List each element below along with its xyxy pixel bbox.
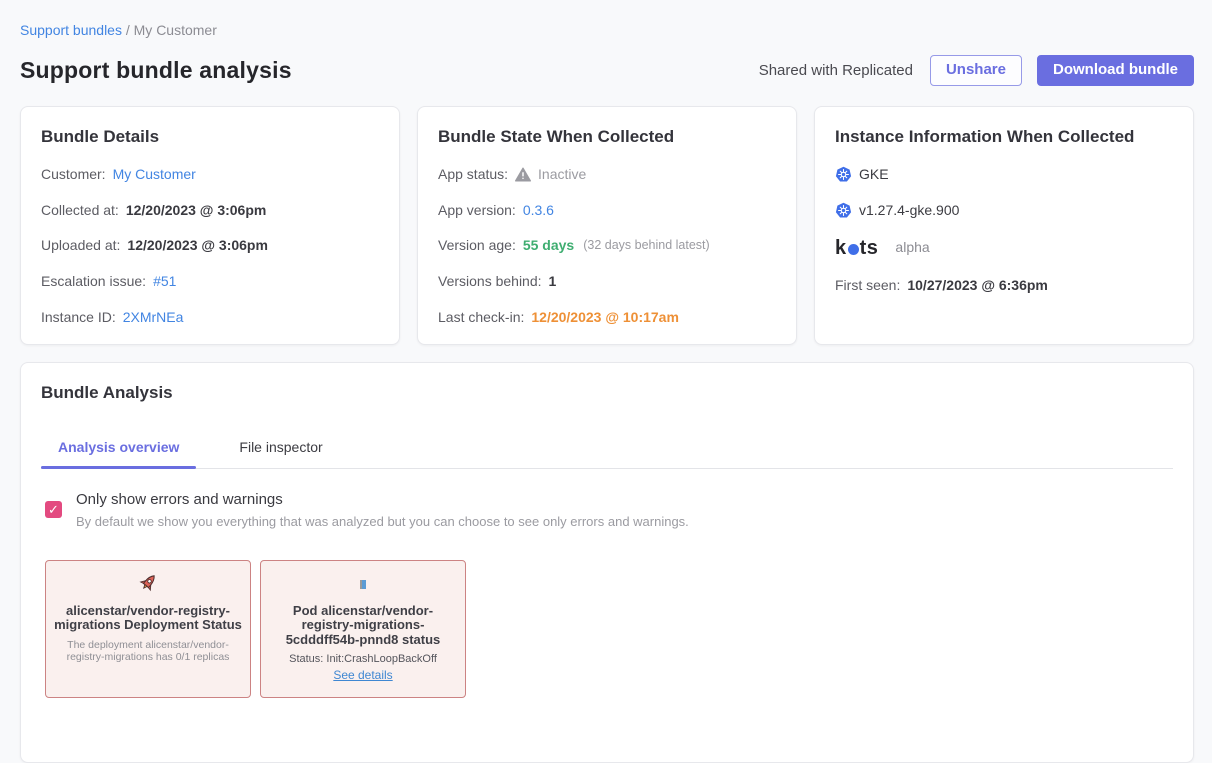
kots-logo: kts bbox=[835, 238, 878, 258]
app-version-label: App version: bbox=[438, 202, 516, 219]
analysis-results-row: alicenstar/vendor-registry-migrations De… bbox=[41, 560, 1173, 699]
page-title: Support bundle analysis bbox=[20, 57, 292, 84]
customer-link[interactable]: My Customer bbox=[113, 166, 196, 183]
pod-status-warning-card[interactable]: Pod alicenstar/vendor-registry-migration… bbox=[260, 560, 466, 699]
kots-channel: alpha bbox=[895, 239, 929, 256]
versions-behind-label: Versions behind: bbox=[438, 273, 542, 290]
kots-o-icon bbox=[848, 244, 859, 255]
first-seen-label: First seen: bbox=[835, 277, 900, 294]
uploaded-at-row: Uploaded at: 12/20/2023 @ 3:06pm bbox=[41, 237, 379, 254]
app-version-row: App version: 0.3.6 bbox=[438, 202, 776, 219]
collected-at-row: Collected at: 12/20/2023 @ 3:06pm bbox=[41, 202, 379, 219]
last-checkin-value: 12/20/2023 @ 10:17am bbox=[531, 309, 679, 326]
distribution-value: GKE bbox=[859, 166, 889, 183]
version-age-label: Version age: bbox=[438, 237, 516, 254]
shared-status-text: Shared with Replicated bbox=[759, 62, 913, 79]
kots-row: kts alpha bbox=[835, 238, 1173, 258]
customer-row: Customer: My Customer bbox=[41, 166, 379, 183]
escalation-issue-link[interactable]: #51 bbox=[153, 273, 176, 290]
app-version-link[interactable]: 0.3.6 bbox=[523, 202, 554, 219]
errors-warnings-filter: ✓ Only show errors and warnings By defau… bbox=[41, 491, 1173, 529]
tab-file-inspector[interactable]: File inspector bbox=[222, 429, 339, 468]
support-bundle-analysis-page: Support bundles / My Customer Support bu… bbox=[0, 0, 1212, 763]
k8s-version-value: v1.27.4-gke.900 bbox=[859, 202, 959, 219]
bundle-state-title: Bundle State When Collected bbox=[438, 127, 776, 147]
escalation-issue-row: Escalation issue: #51 bbox=[41, 273, 379, 290]
rocket-icon bbox=[54, 572, 242, 594]
instance-id-link[interactable]: 2XMrNEa bbox=[123, 309, 184, 326]
breadcrumb-separator: / bbox=[126, 22, 130, 38]
warning-description: The deployment alicenstar/vendor-registr… bbox=[54, 639, 242, 663]
instance-info-card: Instance Information When Collected GKE bbox=[814, 106, 1194, 345]
version-age-value: 55 days bbox=[523, 237, 574, 254]
warning-title: Pod alicenstar/vendor-registry-migration… bbox=[269, 604, 457, 648]
breadcrumb: Support bundles / My Customer bbox=[20, 22, 1194, 38]
bundle-details-title: Bundle Details bbox=[41, 127, 379, 147]
header-actions: Shared with Replicated Unshare Download … bbox=[759, 55, 1194, 86]
app-status-row: App status: Inactive bbox=[438, 166, 776, 183]
deployment-status-warning-card[interactable]: alicenstar/vendor-registry-migrations De… bbox=[45, 560, 251, 699]
tab-analysis-overview[interactable]: Analysis overview bbox=[41, 429, 196, 468]
see-details-link[interactable]: See details bbox=[333, 668, 392, 682]
only-errors-checkbox[interactable]: ✓ bbox=[45, 501, 62, 518]
download-bundle-button[interactable]: Download bundle bbox=[1037, 55, 1194, 86]
first-seen-value: 10/27/2023 @ 6:36pm bbox=[907, 277, 1048, 294]
breadcrumb-current: My Customer bbox=[134, 22, 217, 38]
warning-title: alicenstar/vendor-registry-migrations De… bbox=[54, 604, 242, 633]
info-cards-row: Bundle Details Customer: My Customer Col… bbox=[20, 106, 1194, 345]
last-checkin-row: Last check-in: 12/20/2023 @ 10:17am bbox=[438, 309, 776, 326]
instance-id-row: Instance ID: 2XMrNEa bbox=[41, 309, 379, 326]
warning-icon bbox=[515, 167, 531, 182]
instance-info-title: Instance Information When Collected bbox=[835, 127, 1173, 147]
filter-text-block: Only show errors and warnings By default… bbox=[76, 491, 689, 529]
first-seen-row: First seen: 10/27/2023 @ 6:36pm bbox=[835, 277, 1173, 294]
version-age-row: Version age: 55 days (32 days behind lat… bbox=[438, 237, 776, 254]
filter-label: Only show errors and warnings bbox=[76, 491, 689, 508]
distribution-row: GKE bbox=[835, 166, 1173, 183]
warning-status: Status: Init:CrashLoopBackOff bbox=[269, 653, 457, 665]
pod-icon bbox=[269, 572, 457, 594]
app-status-value: Inactive bbox=[538, 166, 586, 183]
escalation-issue-label: Escalation issue: bbox=[41, 273, 146, 290]
bundle-details-card: Bundle Details Customer: My Customer Col… bbox=[20, 106, 400, 345]
versions-behind-row: Versions behind: 1 bbox=[438, 273, 776, 290]
bundle-state-card: Bundle State When Collected App status: … bbox=[417, 106, 797, 345]
instance-id-label: Instance ID: bbox=[41, 309, 116, 326]
filter-description: By default we show you everything that w… bbox=[76, 514, 689, 529]
last-checkin-label: Last check-in: bbox=[438, 309, 524, 326]
bundle-analysis-title: Bundle Analysis bbox=[41, 383, 1173, 403]
customer-label: Customer: bbox=[41, 166, 106, 183]
k8s-distribution-icon bbox=[835, 166, 852, 183]
unshare-button[interactable]: Unshare bbox=[930, 55, 1022, 86]
kots-letter-k: k bbox=[835, 238, 847, 258]
uploaded-at-label: Uploaded at: bbox=[41, 237, 120, 254]
uploaded-at-value: 12/20/2023 @ 3:06pm bbox=[127, 237, 268, 254]
bundle-analysis-card: Bundle Analysis Analysis overview File i… bbox=[20, 362, 1194, 763]
version-age-note: (32 days behind latest) bbox=[583, 238, 709, 253]
breadcrumb-support-bundles-link[interactable]: Support bundles bbox=[20, 22, 122, 38]
collected-at-label: Collected at: bbox=[41, 202, 119, 219]
kots-letters-ts: ts bbox=[860, 238, 879, 258]
analysis-tabs: Analysis overview File inspector bbox=[41, 429, 1173, 469]
page-header: Support bundle analysis Shared with Repl… bbox=[20, 55, 1194, 86]
k8s-version-row: v1.27.4-gke.900 bbox=[835, 202, 1173, 219]
k8s-version-icon bbox=[835, 202, 852, 219]
versions-behind-value: 1 bbox=[549, 273, 557, 290]
app-status-label: App status: bbox=[438, 166, 508, 183]
collected-at-value: 12/20/2023 @ 3:06pm bbox=[126, 202, 267, 219]
